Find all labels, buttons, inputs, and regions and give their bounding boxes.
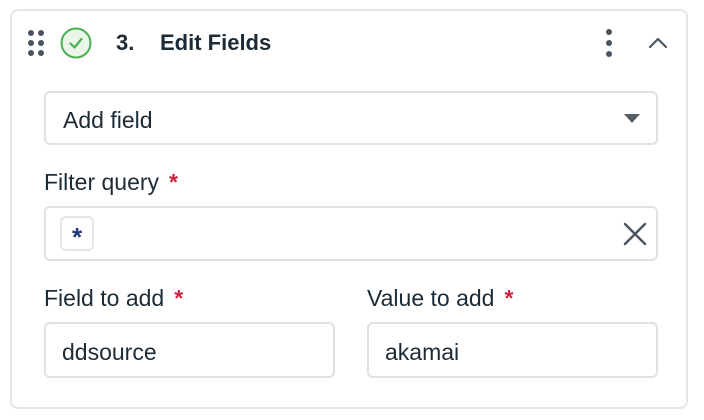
step-title: Edit Fields [160,30,272,55]
required-marker: * [504,285,514,311]
chevron-up-icon[interactable] [644,31,672,55]
filter-query-label-text: Filter query [44,169,160,195]
filter-query-label: Filter query * [44,169,178,196]
processor-header: 3. Edit Fields [12,11,686,75]
close-icon[interactable] [622,221,648,247]
kebab-menu-icon[interactable] [598,27,620,59]
processor-type-select[interactable]: Add field [44,91,658,145]
value-to-add-value: akamai [385,339,460,365]
check-circle-icon [60,27,92,59]
field-to-add-input[interactable]: ddsource [44,322,335,378]
query-token[interactable]: * [60,216,94,252]
field-to-add-label: Field to add * [44,285,183,312]
caret-down-icon [624,114,640,123]
processor-type-value: Add field [63,107,153,133]
required-marker: * [174,285,184,311]
drag-handle-icon[interactable] [26,28,46,58]
filter-query-input[interactable]: * [44,206,658,261]
value-to-add-label: Value to add * [367,285,513,312]
required-marker: * [169,169,178,195]
step-number: 3. [116,30,135,55]
field-to-add-value: ddsource [62,339,157,365]
field-to-add-label-text: Field to add [44,285,165,311]
value-to-add-label-text: Value to add [367,285,495,311]
value-to-add-input[interactable]: akamai [367,322,658,378]
processor-card: 3. Edit Fields Add field Filter query * * [10,9,688,409]
